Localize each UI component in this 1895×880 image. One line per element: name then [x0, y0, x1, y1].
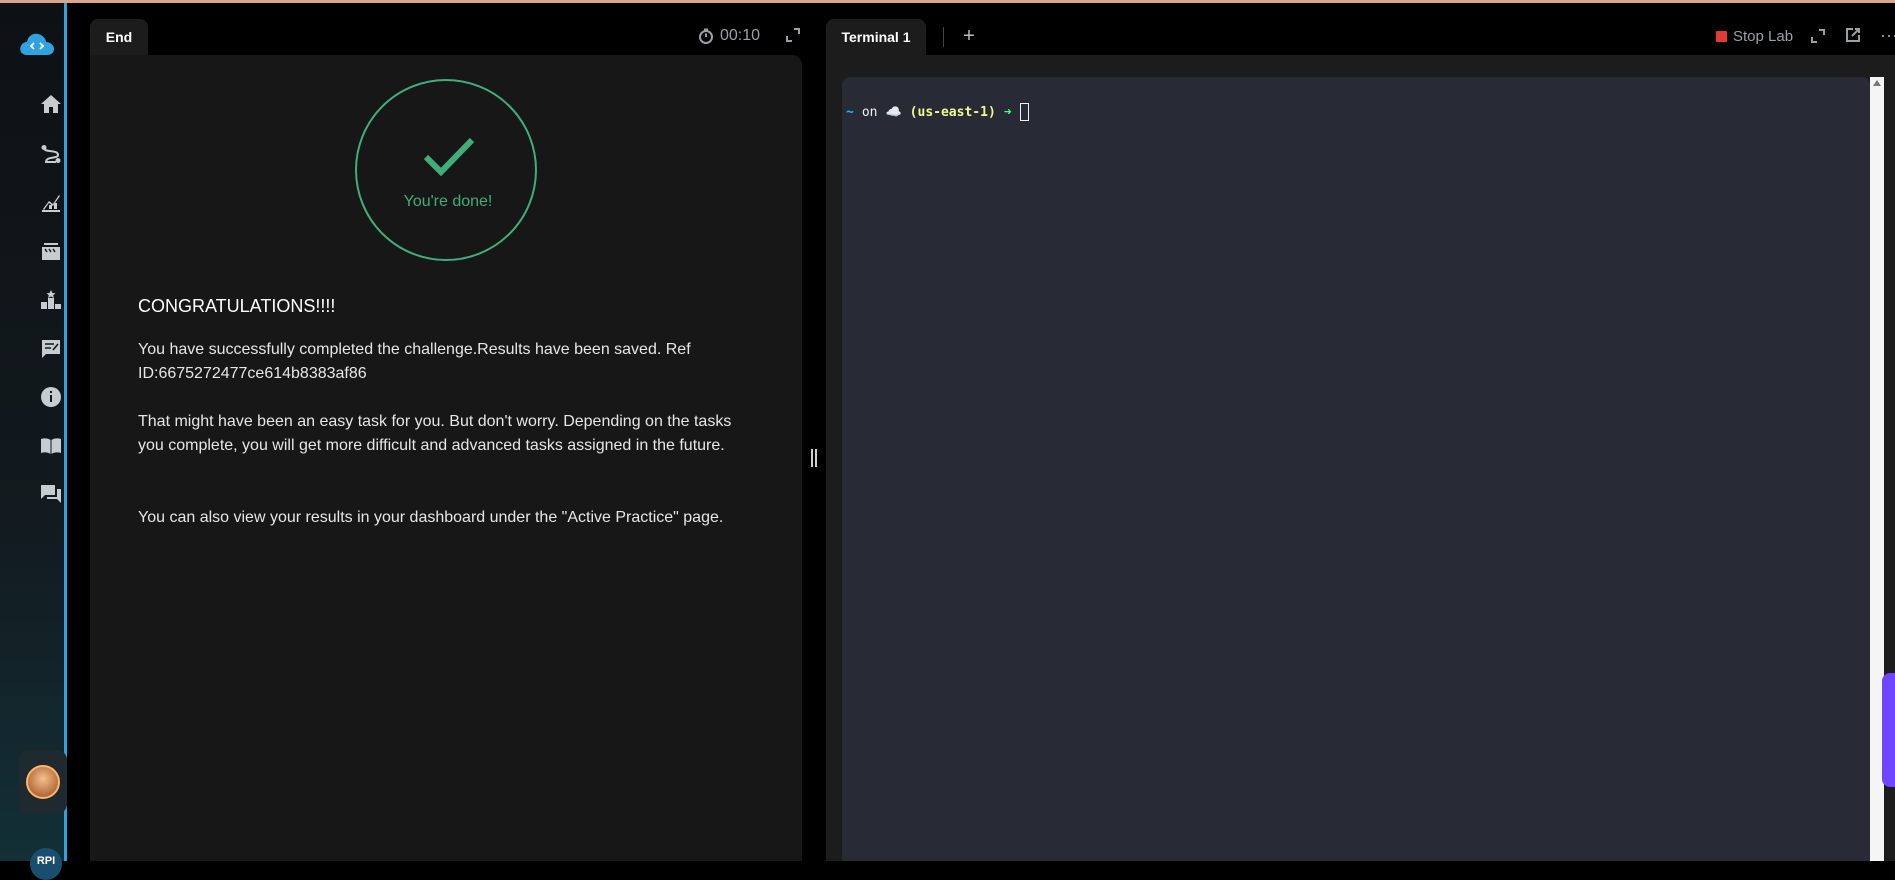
chat-icon[interactable] [38, 481, 64, 507]
stop-icon [1716, 30, 1727, 42]
prompt-region: (us-east-1) [909, 104, 996, 120]
scroll-up-arrow-icon[interactable] [1873, 80, 1881, 86]
difficulty-paragraph: That might have been an easy task for yo… [138, 413, 732, 454]
add-terminal-button[interactable]: + [958, 24, 980, 48]
result-paragraph: You have successfully completed the chal… [138, 341, 691, 382]
prompt-arrow: ➜ [1003, 104, 1012, 120]
dashboard-paragraph: You can also view your results in your d… [138, 509, 724, 526]
book-icon[interactable] [38, 433, 64, 459]
done-text: You're done! [403, 193, 493, 210]
prompt-on: on [861, 104, 878, 120]
leaderboard-icon[interactable] [38, 287, 64, 313]
congratulations-heading: CONGRATULATIONS!!!! [138, 296, 336, 316]
info-icon[interactable] [38, 384, 64, 410]
more-options-icon[interactable]: ··· [1880, 26, 1895, 44]
terminal-screen[interactable]: ~ on ☁️ (us-east-1) ➜ [842, 77, 1870, 861]
expand-icon[interactable] [784, 26, 802, 44]
route-icon[interactable] [38, 141, 64, 167]
panel-resize-handle[interactable] [811, 449, 817, 467]
tab-terminal-1[interactable]: Terminal 1 [826, 19, 926, 55]
cloud-icon: ☁️ [885, 104, 902, 120]
prompt-tilde: ~ [846, 104, 854, 120]
tab-end[interactable]: End [90, 19, 148, 55]
app-logo-icon[interactable] [17, 31, 57, 59]
tab-divider [943, 27, 944, 47]
progress-icon[interactable] [38, 190, 64, 216]
timer: 00:10 [698, 25, 760, 47]
expand-terminal-icon[interactable] [1809, 27, 1827, 45]
side-drawer-tab[interactable] [1882, 673, 1895, 787]
cards-icon[interactable] [38, 239, 64, 265]
sidebar: RPI [0, 3, 67, 880]
stop-lab-button[interactable]: Stop Lab [1716, 25, 1793, 47]
terminal-cursor [1019, 103, 1029, 121]
timer-value: 00:10 [720, 27, 761, 44]
stop-lab-label: Stop Lab [1733, 27, 1794, 45]
avatar[interactable] [26, 765, 60, 799]
user-initials-badge[interactable]: RPI [30, 848, 62, 880]
feedback-icon[interactable] [38, 336, 64, 362]
home-icon[interactable] [38, 91, 64, 117]
checkmark-icon [423, 137, 475, 177]
terminal-prompt: ~ on ☁️ (us-east-1) ➜ [846, 103, 1029, 121]
avatar-container[interactable] [19, 750, 67, 814]
top-accent-line [0, 0, 1895, 3]
open-external-icon[interactable] [1844, 26, 1862, 44]
completion-badge: You're done! [355, 79, 537, 261]
stopwatch-icon [699, 28, 713, 44]
